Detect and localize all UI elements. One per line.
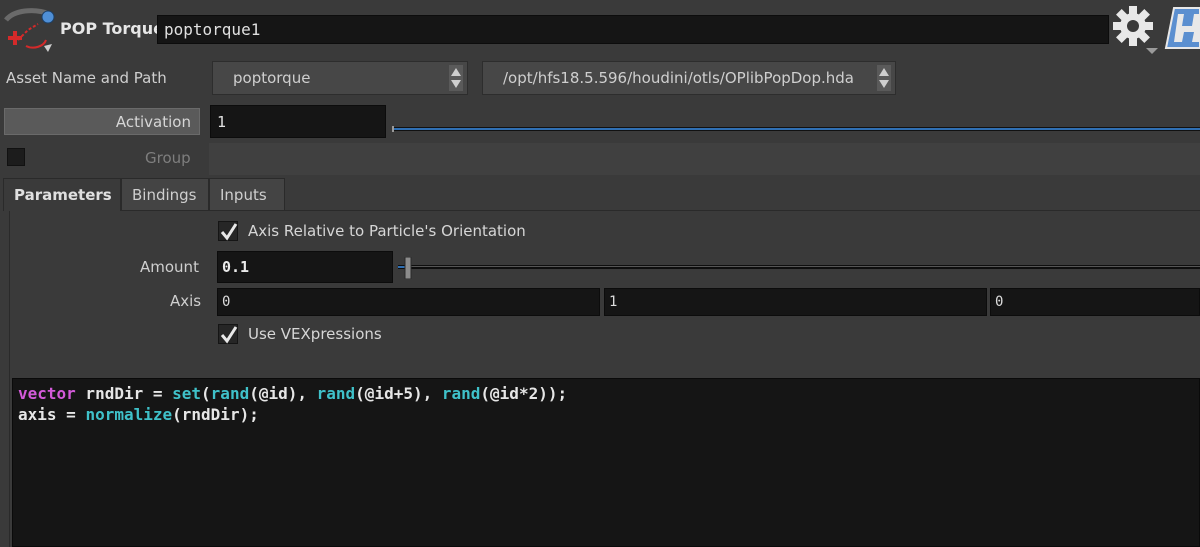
activation-slider[interactable] — [392, 118, 1200, 132]
code-function: set — [172, 384, 202, 403]
tab-parameters[interactable]: Parameters — [3, 178, 121, 211]
use-vexpressions-checkbox[interactable] — [218, 324, 238, 344]
axis-y-input[interactable]: 1 — [604, 288, 987, 316]
code-keyword: vector — [18, 384, 76, 403]
group-label: Group — [145, 149, 191, 167]
code-function: rand — [316, 384, 356, 403]
code-text: axis = — [18, 405, 86, 424]
use-vexpressions-label: Use VEXpressions — [248, 325, 382, 343]
gear-icon[interactable] — [1110, 2, 1160, 54]
spinner-arrows-icon[interactable] — [449, 65, 463, 91]
asset-name-path-label: Asset Name and Path — [6, 69, 167, 87]
amount-label: Amount — [140, 258, 199, 276]
tab-bindings[interactable]: Bindings — [121, 178, 209, 211]
code-text: (@id), — [249, 384, 317, 403]
code-line: vector rndDir = set(rand(@id), rand(@id+… — [18, 383, 1194, 404]
asset-path-select[interactable]: /opt/hfs18.5.596/houdini/otls/OPlibPopDo… — [482, 61, 896, 95]
activation-button[interactable]: Activation — [4, 108, 200, 135]
asset-name-value: poptorque — [233, 69, 311, 87]
asset-name-select[interactable]: poptorque — [212, 61, 468, 95]
tab-inputs[interactable]: Inputs — [209, 178, 285, 211]
node-name-input[interactable]: poptorque1 — [157, 15, 1109, 44]
asset-path-value: /opt/hfs18.5.596/houdini/otls/OPlibPopDo… — [503, 69, 854, 87]
code-text: ( — [201, 384, 211, 403]
axis-relative-checkbox[interactable] — [218, 221, 238, 241]
node-type-label: POP Torque — [60, 19, 164, 38]
axis-z-input[interactable]: 0 — [990, 288, 1200, 316]
code-function: normalize — [85, 405, 173, 424]
code-text: (@id*2)); — [480, 384, 568, 403]
axis-x-input[interactable]: 0 — [217, 288, 600, 316]
code-text: (@id+5), — [355, 384, 442, 403]
group-field[interactable] — [209, 143, 1200, 175]
code-function: rand — [210, 384, 250, 403]
checkmark-icon — [220, 326, 238, 344]
amount-input[interactable]: 0.1 — [217, 251, 393, 283]
vex-code-editor[interactable]: vector rndDir = set(rand(@id), rand(@id+… — [12, 378, 1200, 547]
axis-label: Axis — [170, 292, 202, 310]
activation-input[interactable]: 1 — [210, 105, 386, 138]
amount-slider[interactable] — [398, 256, 1200, 280]
help-icon[interactable] — [1164, 2, 1200, 54]
pop-torque-icon[interactable] — [4, 6, 58, 52]
checkmark-icon — [220, 223, 238, 241]
code-function: rand — [441, 384, 481, 403]
code-line: axis = normalize(rndDir); — [18, 404, 1194, 425]
axis-relative-label: Axis Relative to Particle's Orientation — [248, 222, 526, 240]
group-checkbox[interactable] — [7, 148, 25, 166]
code-text: rndDir = — [75, 384, 173, 403]
code-text: (rndDir); — [172, 405, 259, 424]
spinner-arrows-icon[interactable] — [877, 65, 891, 91]
